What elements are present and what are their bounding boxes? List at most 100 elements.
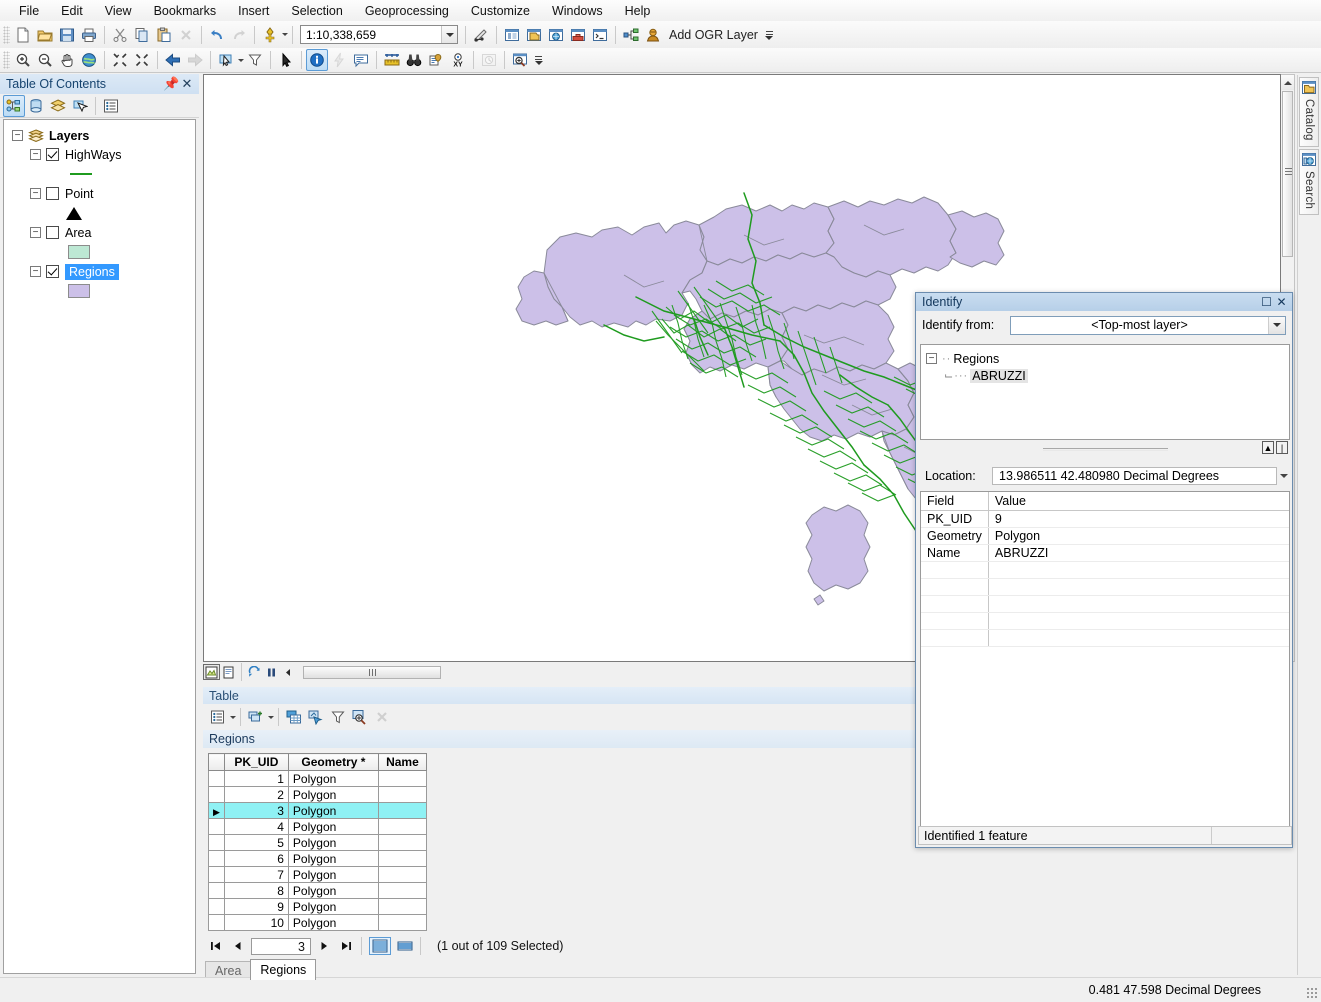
row-selector[interactable] <box>208 834 225 851</box>
measure-ruler-icon[interactable] <box>381 49 403 71</box>
find-binoculars-icon[interactable] <box>403 49 425 71</box>
next-extent-arrow-icon[interactable] <box>184 49 206 71</box>
create-viewer-window-icon[interactable] <box>509 49 531 71</box>
row-selector[interactable] <box>208 818 225 835</box>
python-window-icon[interactable] <box>589 24 611 46</box>
table-row[interactable]: 1 Polygon <box>208 770 427 787</box>
options-icon[interactable] <box>100 95 122 117</box>
toc-layer-tree[interactable]: − Layers − HighWays − Point − Area − Reg… <box>3 119 196 974</box>
copy-icon[interactable] <box>131 24 153 46</box>
table-options-icon[interactable] <box>207 706 229 728</box>
table-options-dropdown-icon[interactable] <box>230 715 236 719</box>
chevron-down-icon[interactable] <box>1268 316 1285 334</box>
row-selector[interactable] <box>208 770 225 787</box>
pan-hand-icon[interactable] <box>56 49 78 71</box>
toc-layer-point[interactable]: − Point <box>10 184 195 203</box>
undo-icon[interactable] <box>206 24 228 46</box>
cell-name[interactable] <box>377 914 427 931</box>
save-icon[interactable] <box>56 24 78 46</box>
zoom-in-icon[interactable] <box>12 49 34 71</box>
list-by-source-icon[interactable] <box>25 95 47 117</box>
collapse-all-icon[interactable]: ▲ <box>1262 441 1274 454</box>
identify-splitter[interactable] <box>920 443 1290 453</box>
html-popup-icon[interactable] <box>350 49 372 71</box>
field-row[interactable]: Geometry Polygon <box>921 527 1289 545</box>
close-icon[interactable]: ✕ <box>179 76 195 92</box>
table-row[interactable]: 5 Polygon <box>208 834 427 851</box>
table-tab-regions[interactable]: Regions <box>250 959 317 980</box>
zoom-out-icon[interactable] <box>34 49 56 71</box>
identify-location-value[interactable]: 13.986511 42.480980 Decimal Degrees <box>992 467 1277 485</box>
cell-name[interactable] <box>377 866 427 883</box>
maximize-icon[interactable]: ☐ <box>1259 295 1274 309</box>
menu-item-insert[interactable]: Insert <box>227 1 280 21</box>
expand-collapse-icon[interactable]: − <box>30 266 41 277</box>
arctoolbox-icon[interactable] <box>567 24 589 46</box>
menu-item-selection[interactable]: Selection <box>280 1 353 21</box>
open-attribute-table-icon[interactable] <box>283 706 305 728</box>
cell-pk-uid[interactable]: 1 <box>223 770 289 787</box>
identify-info-icon[interactable] <box>306 49 328 71</box>
paste-icon[interactable] <box>153 24 175 46</box>
cell-geometry[interactable]: Polygon <box>287 834 379 851</box>
cell-geometry[interactable]: Polygon <box>287 866 379 883</box>
show-selected-records-icon[interactable] <box>394 937 416 955</box>
cell-name[interactable] <box>377 802 427 819</box>
previous-icon[interactable] <box>280 664 297 680</box>
cell-pk-uid[interactable]: 4 <box>223 818 289 835</box>
layer-visibility-checkbox[interactable] <box>46 187 59 200</box>
menu-item-customize[interactable]: Customize <box>460 1 541 21</box>
toc-layer-area[interactable]: − Area <box>10 223 195 242</box>
expand-collapse-icon[interactable]: − <box>30 149 41 160</box>
spin-down-icon[interactable] <box>1277 468 1290 484</box>
last-record-icon[interactable] <box>335 937 357 955</box>
table-row[interactable]: 6 Polygon <box>208 850 427 867</box>
go-to-xy-icon[interactable]: XY <box>447 49 469 71</box>
table-row[interactable]: 7 Polygon <box>208 866 427 883</box>
menu-item-view[interactable]: View <box>94 1 143 21</box>
zoom-to-selected-icon[interactable] <box>349 706 371 728</box>
toc-layer-highways[interactable]: − HighWays <box>10 145 195 164</box>
clear-selection-icon[interactable] <box>327 706 349 728</box>
vertical-scroll-thumb[interactable] <box>1282 91 1293 257</box>
cell-name[interactable] <box>377 834 427 851</box>
expand-collapse-icon[interactable]: − <box>30 227 41 238</box>
redo-icon[interactable] <box>228 24 250 46</box>
data-view-icon[interactable] <box>203 664 220 680</box>
cell-name[interactable] <box>377 786 427 803</box>
side-tab-search[interactable]: Search <box>1299 148 1319 215</box>
column-header-name[interactable]: Name <box>377 753 427 771</box>
identify-results-tree[interactable]: − ·· Regions ⌙··· ABRUZZI <box>920 344 1290 440</box>
row-selector[interactable] <box>208 866 225 883</box>
first-record-icon[interactable] <box>205 937 227 955</box>
ogr-layer-icon[interactable] <box>642 24 664 46</box>
time-slider-icon[interactable] <box>478 49 500 71</box>
related-tables-dropdown-icon[interactable] <box>268 715 274 719</box>
next-record-icon[interactable] <box>313 937 335 955</box>
toolbar-grip[interactable] <box>3 25 10 44</box>
identify-from-combo[interactable]: <Top-most layer> <box>1010 315 1286 335</box>
previous-extent-arrow-icon[interactable] <box>162 49 184 71</box>
table-row[interactable]: 10 Polygon <box>208 914 427 931</box>
list-by-selection-icon[interactable] <box>69 95 91 117</box>
identify-tree-feature-node[interactable]: ⌙··· ABRUZZI <box>926 367 1289 384</box>
cell-geometry[interactable]: Polygon <box>287 802 379 819</box>
scroll-up-arrow-icon[interactable] <box>1281 75 1294 90</box>
add-data-dropdown-icon[interactable] <box>282 33 288 36</box>
expand-collapse-icon[interactable]: − <box>30 188 41 199</box>
table-row[interactable]: 9 Polygon <box>208 898 427 915</box>
row-selector[interactable] <box>208 898 225 915</box>
table-row[interactable]: ▶ 3 Polygon <box>208 802 427 819</box>
search-window-icon[interactable] <box>545 24 567 46</box>
layer-visibility-checkbox[interactable] <box>46 226 59 239</box>
fixed-zoom-out-icon[interactable] <box>131 49 153 71</box>
attribute-grid[interactable]: PK_UID Geometry * Name 1 Polygon 2 Polygon… <box>208 753 915 931</box>
full-extent-globe-icon[interactable] <box>78 49 100 71</box>
hyperlink-lightning-icon[interactable] <box>328 49 350 71</box>
cell-pk-uid[interactable]: 6 <box>223 850 289 867</box>
delete-selected-icon[interactable] <box>371 706 393 728</box>
toc-root-layers[interactable]: − Layers <box>10 126 195 145</box>
catalog-window-icon[interactable] <box>523 24 545 46</box>
cell-geometry[interactable]: Polygon <box>287 882 379 899</box>
map-scale-combo[interactable]: 1:10,338,659 <box>300 25 458 44</box>
